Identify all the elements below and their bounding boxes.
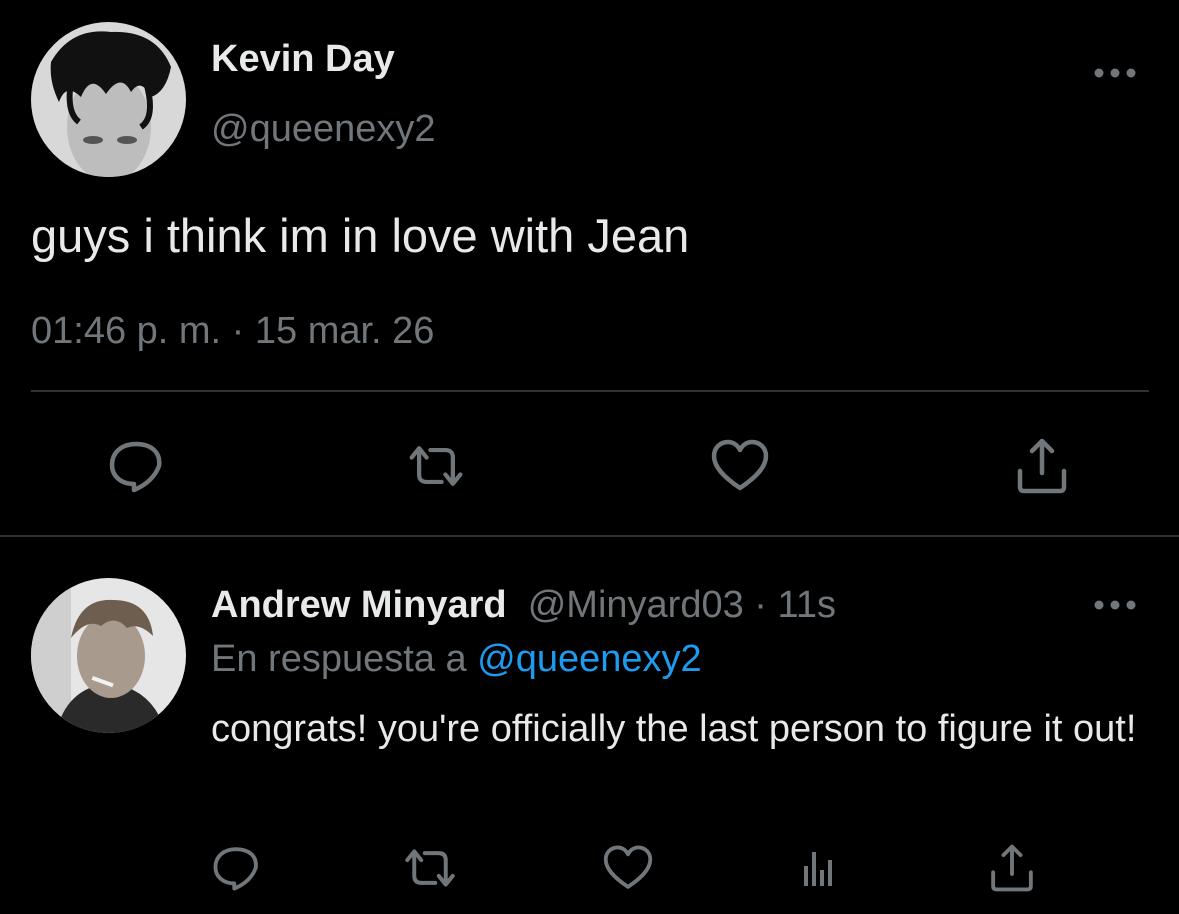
reply-prefix: En respuesta a [211, 638, 478, 680]
avatar[interactable] [31, 22, 186, 177]
more-horizontal-icon [1094, 600, 1136, 610]
author-handle[interactable]: @queenexy2 [211, 106, 436, 152]
more-horizontal-icon [1094, 68, 1136, 78]
more-options-button[interactable] [1090, 58, 1140, 88]
reply-button[interactable] [208, 840, 264, 896]
heart-icon [711, 439, 769, 491]
more-options-button[interactable] [1090, 590, 1140, 620]
avatar[interactable] [31, 578, 186, 733]
handle-text[interactable]: @Minyard03 [528, 584, 744, 626]
comment-icon [109, 441, 162, 493]
analytics-button[interactable] [792, 840, 848, 896]
share-button[interactable] [984, 840, 1040, 896]
tweet-timestamp[interactable]: 01:46 p. m. · 15 mar. 26 [31, 308, 434, 354]
tweet-separator [0, 535, 1179, 537]
retweet-button[interactable] [406, 436, 466, 496]
retweet-icon [409, 446, 463, 486]
share-icon [991, 844, 1033, 892]
comment-icon [213, 847, 258, 891]
reply-button[interactable] [106, 436, 166, 496]
like-button[interactable] [600, 840, 656, 896]
like-button[interactable] [710, 436, 770, 496]
tweet-text: congrats! you're officially the last per… [211, 708, 1137, 750]
share-icon [1017, 438, 1067, 494]
author-handle[interactable]: @Minyard03 · 11s [517, 584, 836, 626]
tweet-text: guys i think im in love with Jean [31, 209, 690, 262]
main-tweet: Kevin Day @queenexy2 guys i think im in … [0, 0, 1179, 536]
reply-header: Andrew Minyard @Minyard03 · 11s [211, 582, 836, 628]
retweet-icon [405, 849, 455, 887]
separator: · [743, 584, 778, 626]
tweet-age[interactable]: 11s [778, 584, 836, 626]
share-button[interactable] [1012, 436, 1072, 496]
retweet-button[interactable] [402, 840, 458, 896]
reply-mention-link[interactable]: @queenexy2 [477, 638, 702, 680]
divider [31, 390, 1149, 392]
analytics-icon [804, 852, 832, 886]
author-name[interactable]: Andrew Minyard [211, 584, 507, 626]
author-name[interactable]: Kevin Day [211, 36, 395, 82]
reply-context: En respuesta a @queenexy2 [211, 636, 702, 682]
heart-icon [603, 845, 653, 889]
